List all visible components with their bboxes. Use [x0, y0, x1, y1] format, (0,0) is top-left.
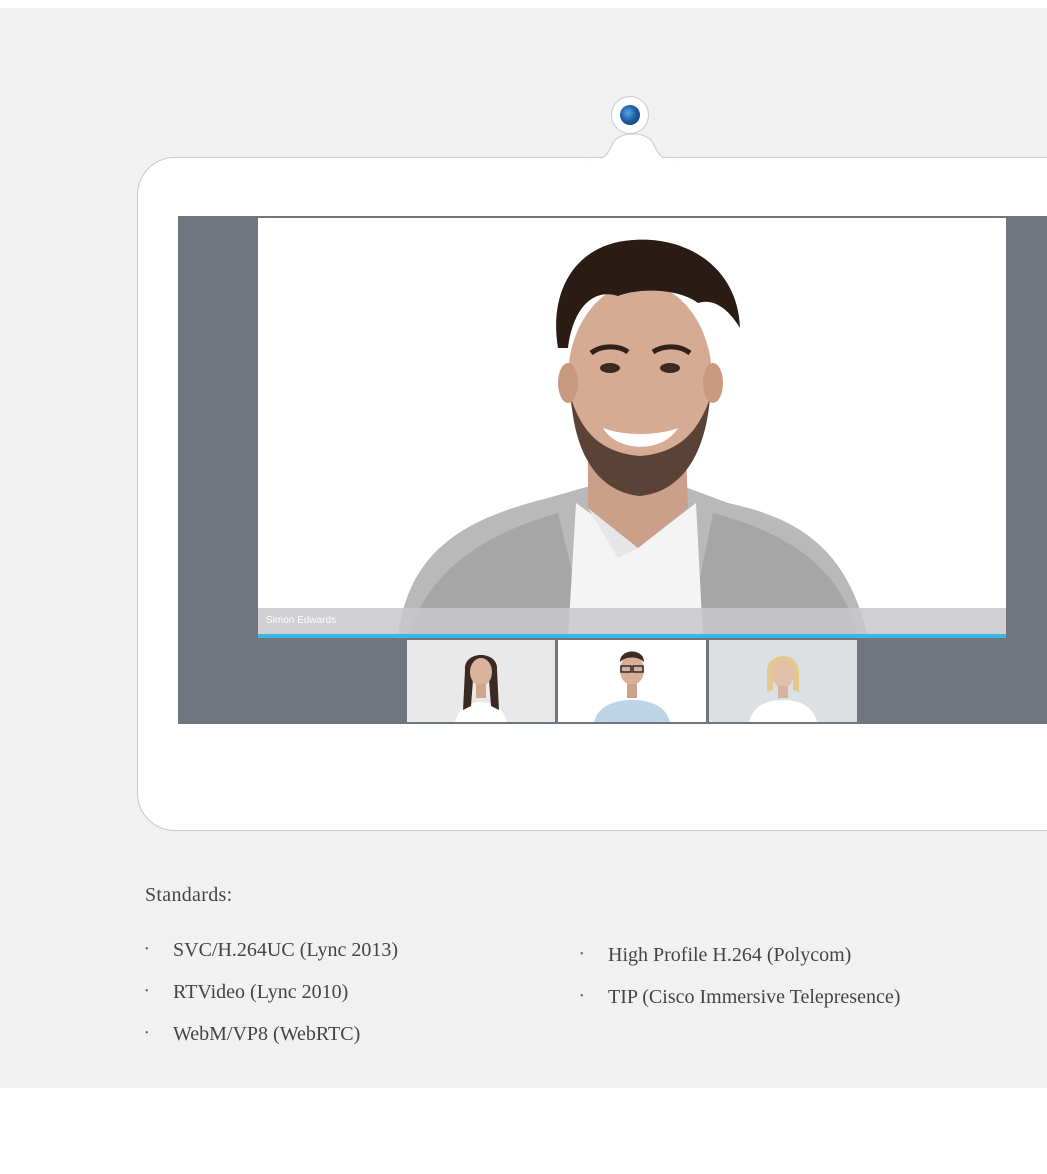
speaker-portrait	[398, 239, 868, 638]
standards-list-left: SVC/H.264UC (Lync 2013) RTVideo (Lync 20…	[145, 938, 545, 1064]
standards-list-right: High Profile H.264 (Polycom) TIP (Cisco …	[580, 943, 980, 1027]
participant-thumbnail-2[interactable]	[558, 640, 706, 722]
participant-thumbnail-3[interactable]	[709, 640, 857, 722]
list-item: High Profile H.264 (Polycom)	[580, 943, 980, 967]
participant-portrait	[594, 651, 670, 722]
webcam-icon	[611, 96, 649, 134]
speaker-name: Simon Edwards	[266, 615, 337, 626]
participant-thumbnail-1[interactable]	[407, 640, 555, 722]
list-item: TIP (Cisco Immersive Telepresence)	[580, 985, 908, 1009]
camera-lens	[620, 105, 640, 125]
list-item: WebM/VP8 (WebRTC)	[145, 1022, 545, 1046]
list-item: SVC/H.264UC (Lync 2013)	[145, 938, 545, 962]
participant-portrait	[455, 655, 507, 722]
speaker-name-bar: Simon Edwards	[258, 608, 1006, 638]
standards-heading: Standards:	[145, 884, 233, 906]
list-item: RTVideo (Lync 2010)	[145, 980, 545, 1004]
illustration-canvas: Simon Edwards Standards: SVC	[0, 8, 1047, 1088]
main-speaker-video[interactable]: Simon Edwards	[258, 218, 1006, 638]
participant-portrait	[749, 656, 817, 722]
